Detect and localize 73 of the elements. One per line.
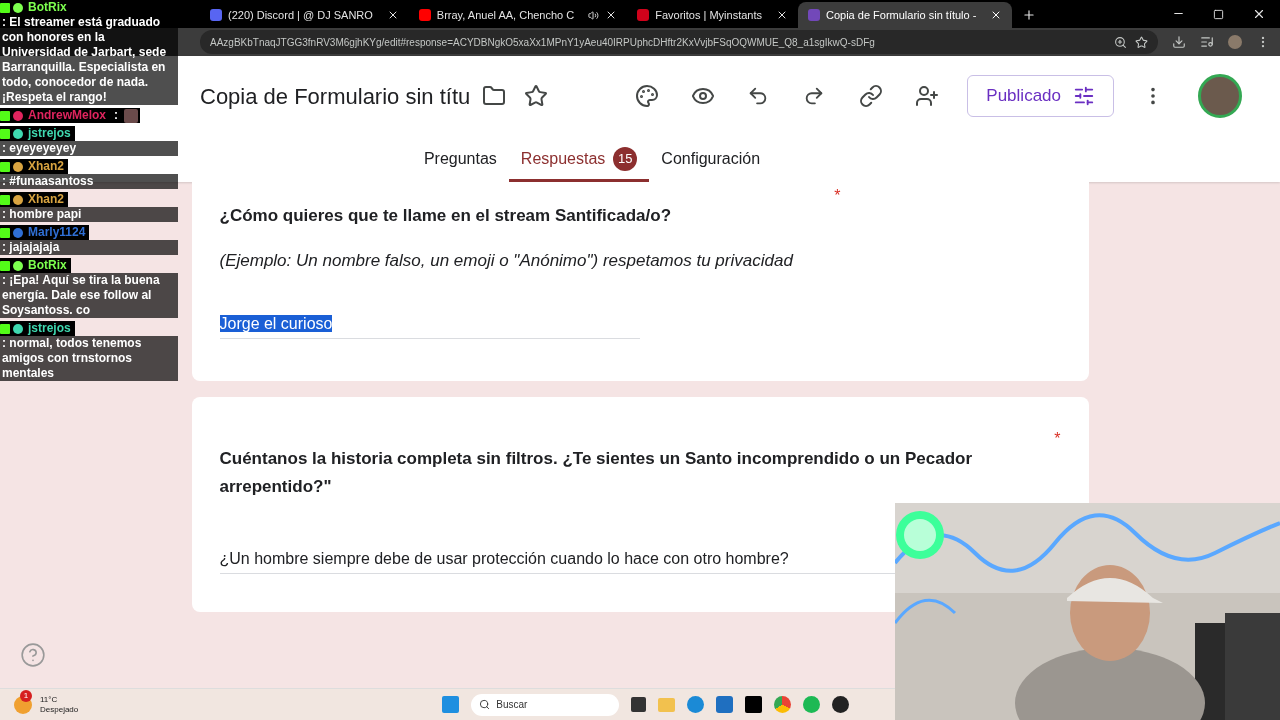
platform-badge-icon (0, 260, 10, 271)
username: jstrejos (26, 321, 72, 336)
tab-label: Preguntas (423, 148, 497, 169)
username: Xhan2 (27, 192, 65, 207)
browser-tab[interactable]: Favoritos | Myinstants (627, 2, 798, 28)
chat-message: : (113, 108, 119, 123)
star-icon[interactable] (524, 84, 549, 108)
profile-avatar[interactable] (1228, 35, 1242, 49)
answer-text: ¿Un hombre siempre debe de usar protección cuando lo hace con otro hombre? (219, 549, 789, 567)
platform-badge-icon (0, 323, 10, 334)
new-tab-icon[interactable] (1022, 8, 1037, 22)
account-avatar[interactable] (1198, 74, 1242, 118)
palette-icon[interactable] (635, 84, 660, 108)
platform-badge-icon (0, 128, 10, 139)
tab-label: Configuración (661, 148, 761, 169)
bookmark-icon[interactable] (1135, 35, 1148, 49)
link-icon[interactable] (859, 84, 884, 108)
platform-badge-icon (0, 161, 10, 172)
chat-message: : normal, todos tenemos amigos con trnstornos mentales (0, 336, 178, 381)
username: jstrejos (26, 126, 72, 141)
temperature: 11°C (40, 694, 59, 705)
maximize-icon[interactable] (1213, 9, 1224, 20)
chat-message: : hombre papi (0, 207, 178, 222)
platform-badge-icon (0, 194, 10, 205)
site-icon (637, 9, 650, 21)
tab-label: Respuestas (520, 148, 606, 169)
speaker-icon[interactable] (588, 9, 600, 21)
search-placeholder: Buscar (496, 698, 528, 712)
required-asterisk: * (1054, 428, 1061, 449)
username: Xhan2 (27, 159, 65, 174)
tab-title: Brray, Anuel AA, Chencho C (436, 7, 575, 23)
question-title: Cuéntanos la historia completa sin filtros. ¿Te sientes un Santo incomprendido o un Pecador arrepentido?" (219, 447, 973, 498)
tab-title: Copia de Formulario sin título - (826, 7, 977, 23)
form-tab[interactable]: Preguntas (411, 138, 509, 182)
answer-text: Jorge el curioso (219, 314, 333, 332)
notification-badge: 1 (20, 689, 32, 702)
browser-tab[interactable]: Brray, Anuel AA, Chencho C (408, 2, 628, 28)
chat-message: : ¡Epa! Aquí se tira la buena energía. Dale ese follow al Soysantoss. co (0, 273, 178, 318)
site-icon (418, 9, 431, 21)
count-badge: 15 (613, 146, 638, 171)
tab-title: Favoritos | Myinstants (655, 7, 762, 23)
username: Marly1124 (27, 225, 87, 240)
url-text: AAzgBKbTnaqJTGG3fnRV3M6gjhKYg/edit#response=ACYDBNgkO5xaXx1MPnY1yAeu40IRPUphcDHftr2KxVvjbFSqOQWMUE_Q8_a1sgIkwQ-sDFg (210, 35, 876, 50)
close-icon[interactable] (1252, 7, 1266, 21)
publish-button[interactable]: Publicado (967, 75, 1114, 117)
zoom-icon[interactable] (1114, 35, 1127, 49)
site-icon (808, 9, 820, 21)
weather-condition: Despejado (40, 704, 79, 715)
search-field[interactable]: Buscar (471, 693, 620, 716)
form-tab[interactable]: Configuración (649, 138, 773, 182)
username: BotRix (27, 258, 68, 273)
browser-tab[interactable]: Copia de Formulario sin título - (798, 2, 1013, 28)
tab-title: (220) Discord | @ DJ SANRO (228, 7, 373, 23)
form-title[interactable]: Copia de Formulario sin títu (200, 79, 471, 113)
required-asterisk: * (834, 186, 841, 206)
search-icon (479, 699, 491, 710)
chat-message: : jajajajaja (0, 240, 178, 255)
address-bar[interactable]: AAzgBKbTnaqJTGG3fnRV3M6gjhKYg/edit#response=ACYDBNgkO5xaXx1MPnY1yAeu40IRPUphcDHftr2KxVvjbFSqOQWMUE_Q8_a1sgIkwQ-sDFg (200, 30, 1158, 54)
add-collaborator-icon[interactable] (915, 84, 940, 108)
emote-icon (124, 108, 138, 123)
sliders-icon (1073, 85, 1095, 107)
site-icon (210, 9, 222, 21)
platform-badge-icon (0, 227, 10, 238)
platform-badge-icon (0, 110, 10, 121)
question-title: ¿Cómo quieres que te llame en el stream Santificada/o? (219, 205, 673, 227)
platform-badge-icon (0, 2, 10, 13)
question-description: (Ejemplo: Un nombre falso, un emoji o "Anónimo") respetamos tu privacidad (219, 250, 795, 272)
browser-tab[interactable]: (220) Discord | @ DJ SANRO (200, 2, 409, 28)
username: AndrewMelox (27, 108, 107, 123)
username: BotRix (27, 0, 68, 15)
media-icon[interactable] (1200, 35, 1214, 49)
download-icon[interactable] (1172, 35, 1186, 49)
close-icon[interactable] (776, 9, 788, 21)
